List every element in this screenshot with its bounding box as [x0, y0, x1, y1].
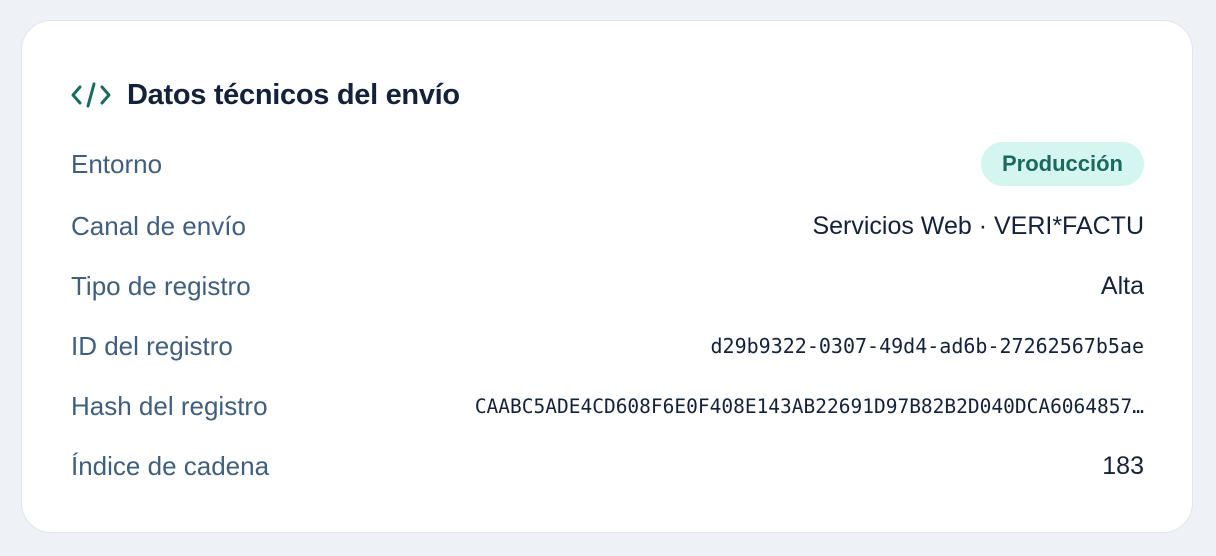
- row-label-indice-cadena: Índice de cadena: [71, 450, 270, 481]
- row-entorno: Entorno Producción: [71, 142, 1144, 186]
- code-icon: [71, 80, 111, 110]
- row-tipo-registro: Tipo de registro Alta: [71, 266, 1144, 306]
- row-value-canal-envio: Servicios Web · VERI*FACTU: [812, 211, 1144, 240]
- record-id-value: d29b9322-0307-49d4-ad6b-27262567b5ae: [710, 334, 1144, 358]
- row-indice-cadena: Índice de cadena 183: [71, 446, 1144, 486]
- row-value-tipo-registro: Alta: [1100, 271, 1144, 300]
- row-label-canal-envio: Canal de envío: [71, 210, 246, 241]
- chain-index-value: 183: [1102, 451, 1144, 480]
- row-label-entorno: Entorno: [71, 148, 163, 179]
- technical-data-card: Datos técnicos del envío Entorno Producc…: [21, 20, 1193, 533]
- environment-badge: Producción: [980, 142, 1144, 186]
- row-id-registro: ID del registro d29b9322-0307-49d4-ad6b-…: [71, 326, 1144, 366]
- row-label-tipo-registro: Tipo de registro: [71, 270, 251, 301]
- row-canal-envio: Canal de envío Servicios Web · VERI*FACT…: [71, 206, 1144, 246]
- record-hash-value: CAABC5ADE4CD608F6E0F408E143AB22691D97B82…: [474, 394, 1144, 418]
- row-hash-registro: Hash del registro CAABC5ADE4CD608F6E0F40…: [71, 386, 1144, 426]
- card-header: Datos técnicos del envío: [71, 77, 460, 113]
- card-title: Datos técnicos del envío: [127, 78, 460, 111]
- row-label-id-registro: ID del registro: [71, 330, 233, 361]
- row-label-hash-registro: Hash del registro: [71, 390, 268, 421]
